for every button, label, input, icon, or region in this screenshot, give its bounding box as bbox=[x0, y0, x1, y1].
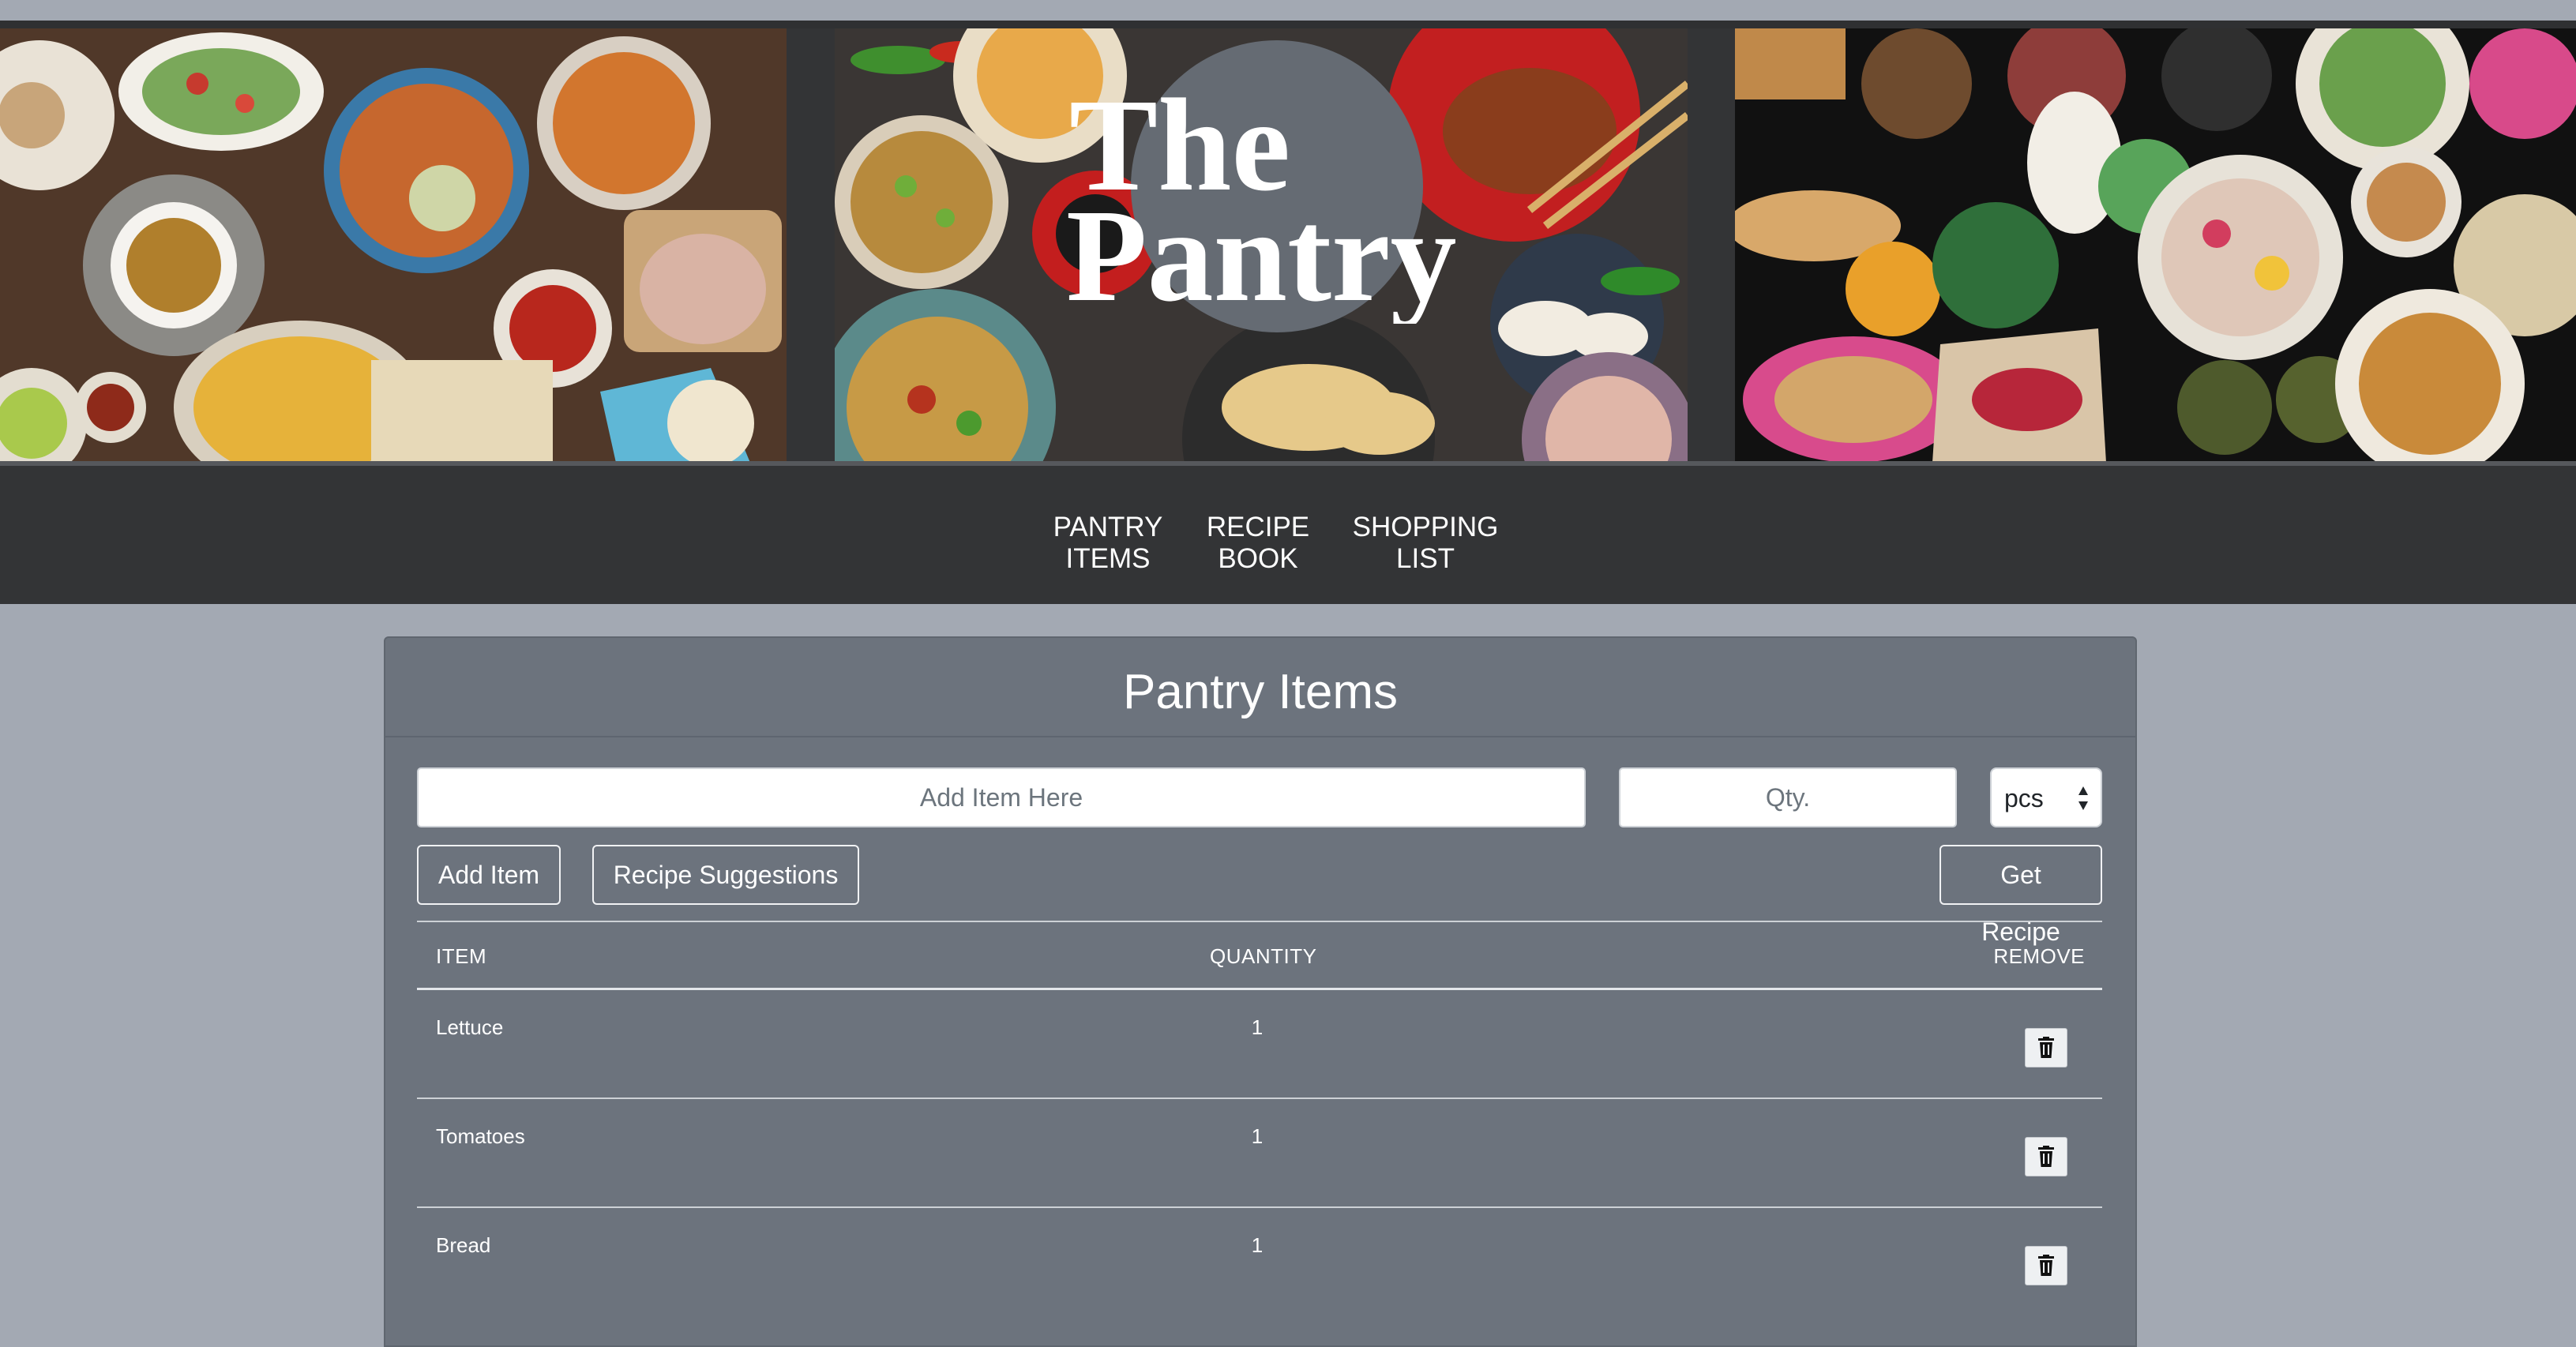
card-header: Pantry Items bbox=[385, 638, 2135, 737]
nav-label-line: Shopping bbox=[1352, 512, 1499, 542]
nav-label-line: Recipe bbox=[1206, 512, 1310, 542]
item-name: Tomatoes bbox=[436, 1124, 525, 1148]
item-quantity: 1 bbox=[1251, 1124, 1264, 1148]
nav-label-line: List bbox=[1396, 543, 1455, 574]
nav-pantry-items[interactable]: Pantry Items bbox=[1041, 512, 1175, 575]
food-photo-right bbox=[1735, 28, 2576, 463]
nav-label-line: Book bbox=[1218, 543, 1298, 574]
column-header-quantity: Quantity bbox=[1210, 944, 1317, 968]
add-item-input[interactable] bbox=[417, 767, 1586, 827]
brand-logo: The Pantry bbox=[1050, 72, 1524, 329]
food-photo-left bbox=[0, 28, 787, 463]
get-recipe-button[interactable]: Get Recipe bbox=[1940, 845, 2102, 946]
table-row: Tomatoes 1 bbox=[417, 1099, 2102, 1208]
nav-label-line: Items bbox=[1065, 543, 1151, 574]
add-item-button[interactable]: Add Item bbox=[417, 845, 561, 905]
table-row: Bread 1 bbox=[417, 1208, 2102, 1317]
top-strip bbox=[0, 0, 2576, 21]
page-title: Pantry Items bbox=[1123, 665, 1398, 719]
quantity-input[interactable] bbox=[1619, 767, 1957, 827]
table-header: Item Quantity Remove bbox=[417, 922, 2102, 990]
nav-recipe-book[interactable]: Recipe Book bbox=[1194, 512, 1322, 575]
table-row: Lettuce 1 bbox=[417, 990, 2102, 1099]
updown-arrows-icon bbox=[2078, 786, 2088, 810]
hero-top-rule bbox=[0, 21, 2576, 28]
unit-select[interactable]: pcs bbox=[1990, 767, 2102, 827]
remove-item-button[interactable] bbox=[2025, 1137, 2067, 1176]
item-name: Lettuce bbox=[436, 1015, 504, 1039]
item-quantity: 1 bbox=[1251, 1015, 1264, 1039]
trash-icon bbox=[2038, 1146, 2054, 1167]
nav-shopping-list[interactable]: Shopping List bbox=[1342, 512, 1508, 575]
remove-item-button[interactable] bbox=[2025, 1246, 2067, 1285]
item-name: Bread bbox=[436, 1233, 491, 1257]
svg-text:Pantry: Pantry bbox=[1066, 182, 1457, 324]
unit-select-value: pcs bbox=[2004, 784, 2044, 812]
column-header-item: Item bbox=[436, 944, 487, 968]
item-quantity: 1 bbox=[1251, 1233, 1264, 1257]
pantry-card: Pantry Items pcs Add Item Recipe Suggest… bbox=[384, 636, 2137, 1347]
remove-item-button[interactable] bbox=[2025, 1028, 2067, 1067]
pantry-table: Item Quantity Remove Lettuce 1 Tomatoes … bbox=[417, 921, 2102, 1317]
nav-label-line: Pantry bbox=[1053, 512, 1163, 542]
recipe-suggestions-button[interactable]: Recipe Suggestions bbox=[592, 845, 859, 905]
column-header-remove: Remove bbox=[1993, 944, 2085, 968]
trash-icon bbox=[2038, 1255, 2054, 1276]
trash-icon bbox=[2038, 1037, 2054, 1058]
